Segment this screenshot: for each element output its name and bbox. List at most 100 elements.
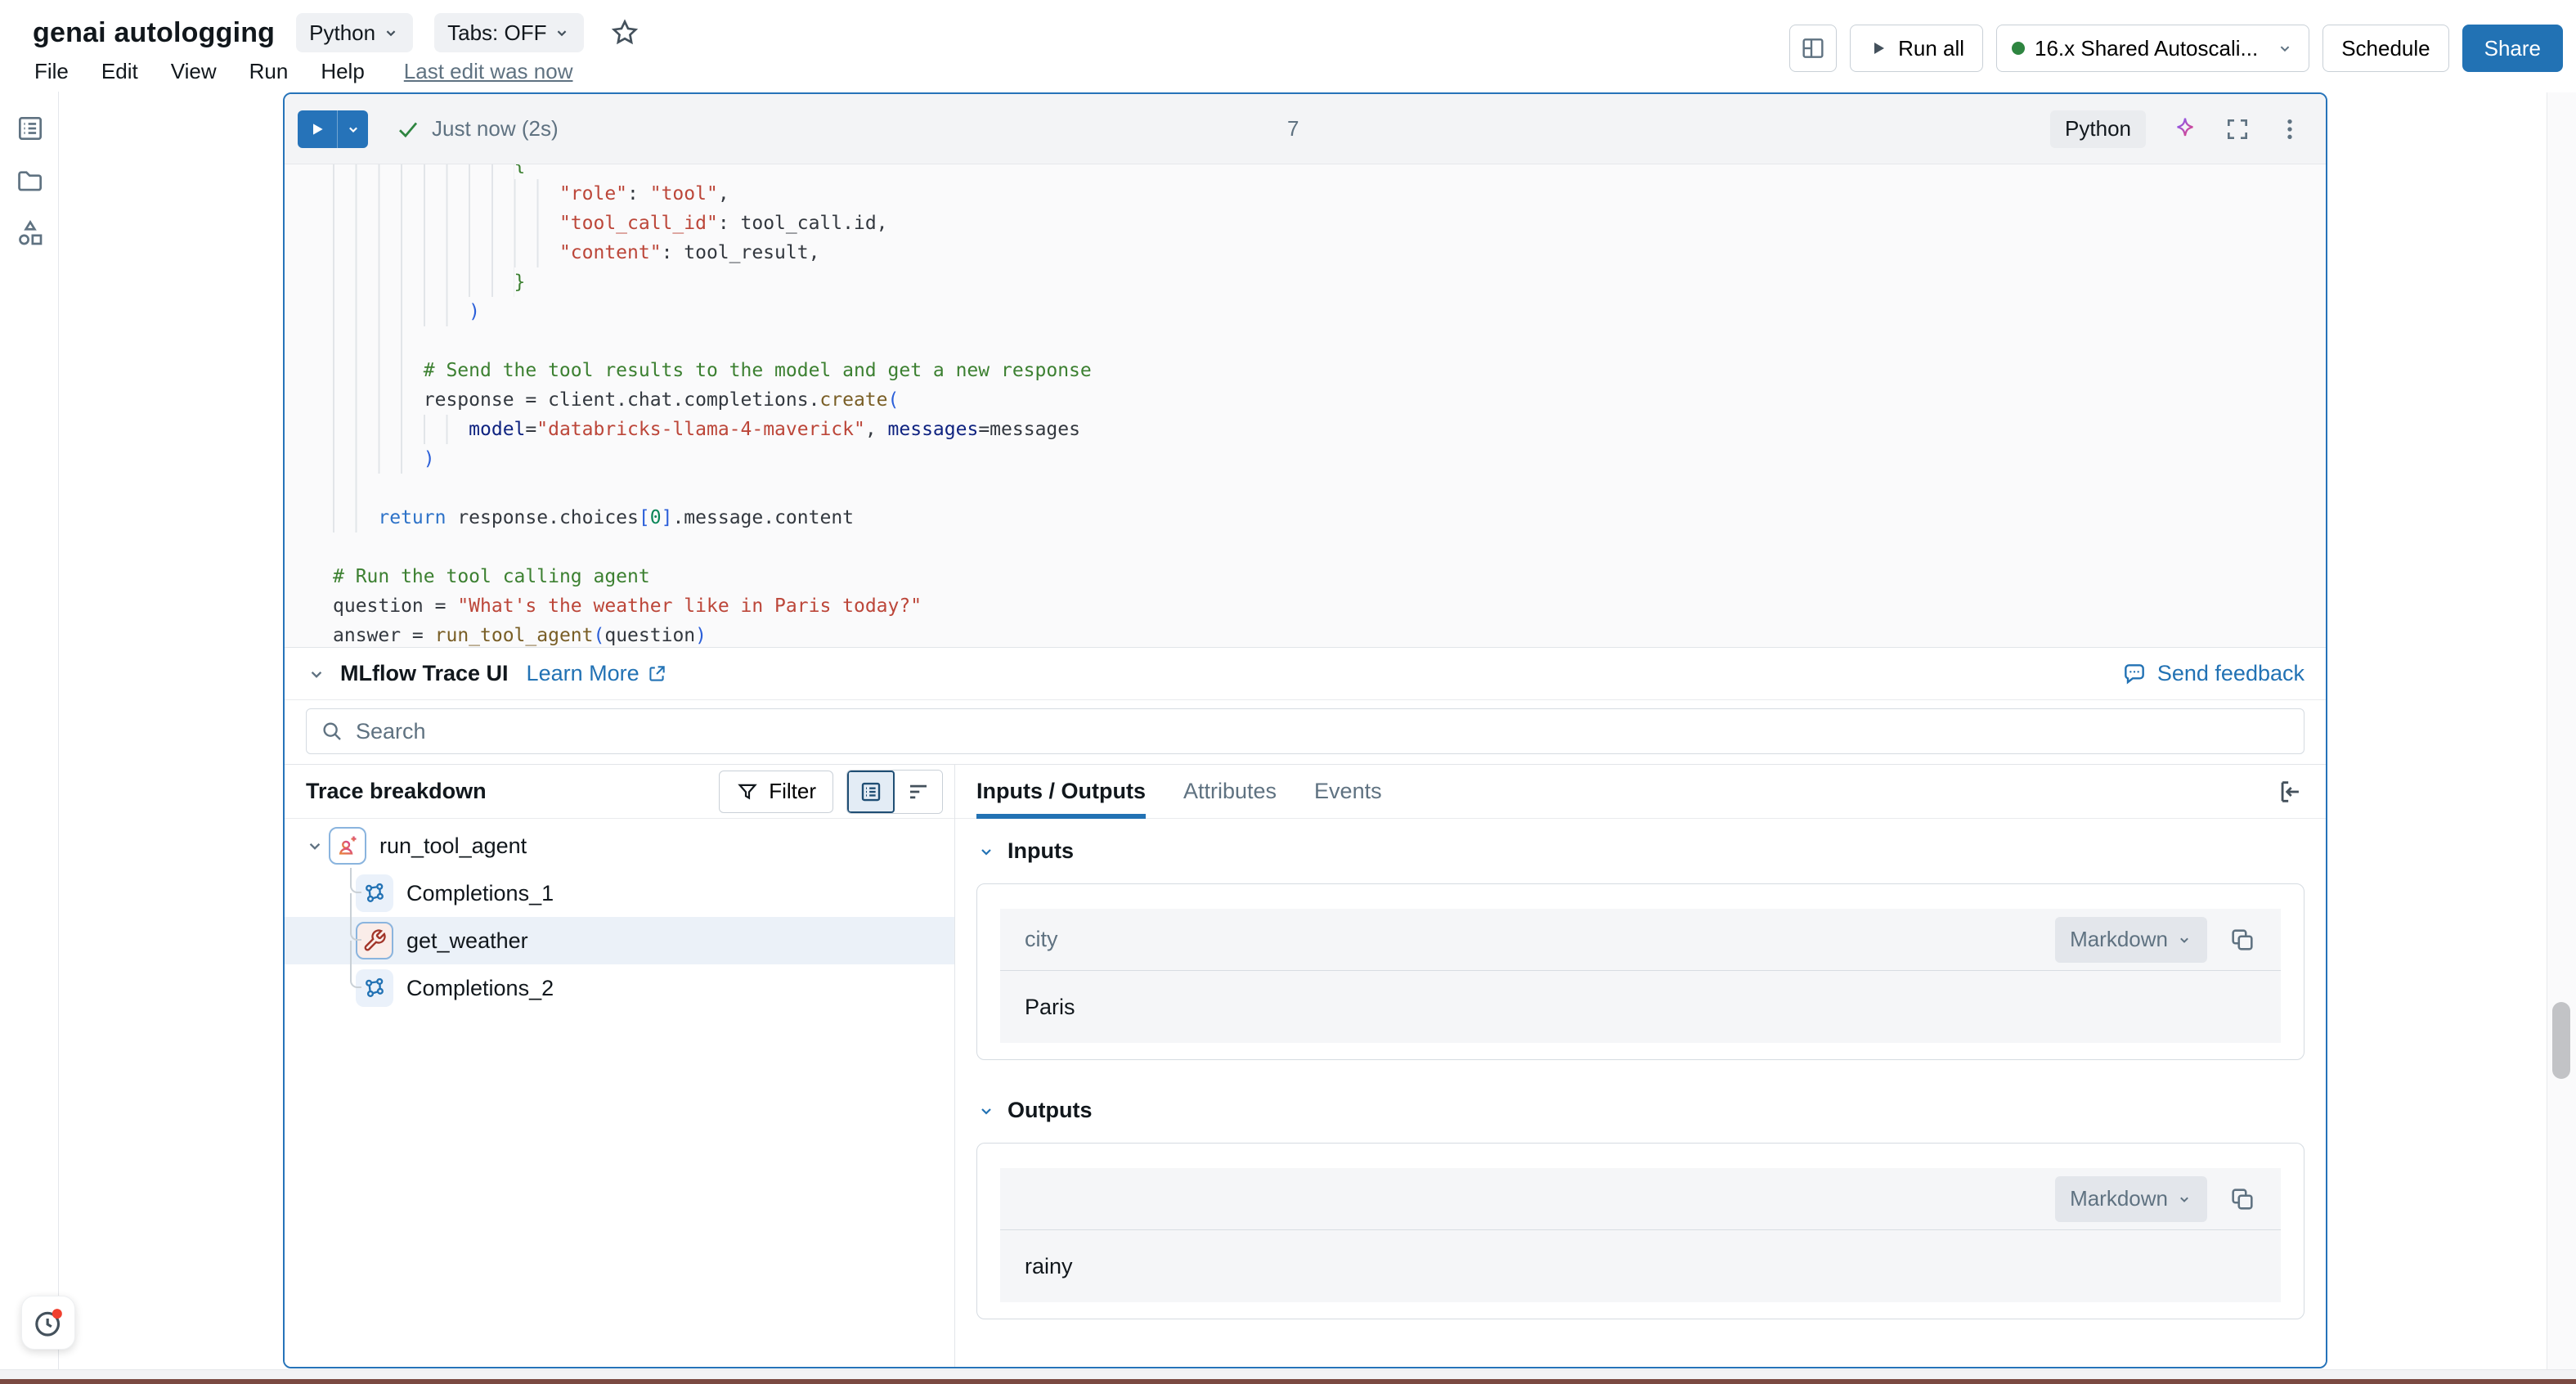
details-tabs-bar: Inputs / Outputs Attributes Events	[955, 765, 2326, 819]
search-icon	[320, 719, 344, 744]
history-clock-button[interactable]	[21, 1296, 75, 1350]
tabs-selector[interactable]: Tabs: OFF	[434, 13, 584, 52]
search-row	[285, 700, 2326, 765]
copy-icon[interactable]	[2228, 1185, 2256, 1213]
collapse-panel-icon[interactable]	[2277, 778, 2304, 806]
search-box[interactable]	[306, 708, 2304, 754]
format-dropdown[interactable]: Markdown	[2055, 1176, 2207, 1222]
code-line: "content": tool_result,	[333, 238, 2326, 267]
menu-run[interactable]: Run	[249, 59, 289, 84]
tab-inputs-outputs[interactable]: Inputs / Outputs	[976, 765, 1146, 818]
scrollbar-track[interactable]	[2547, 92, 2576, 1369]
shapes-icon[interactable]	[15, 218, 46, 249]
tree-connector	[350, 963, 361, 988]
tree-connector	[350, 868, 361, 893]
trace-row-label: get_weather	[406, 928, 528, 954]
send-feedback-link[interactable]: Send feedback	[2121, 661, 2304, 687]
run-all-button[interactable]: Run all	[1850, 25, 1983, 72]
chevron-down-icon	[976, 842, 996, 861]
io-key-row: city Markdown	[1000, 909, 2281, 971]
section-title: Outputs	[1008, 1098, 1092, 1123]
schedule-button[interactable]: Schedule	[2322, 25, 2448, 72]
filter-button[interactable]: Filter	[719, 771, 833, 813]
code-line: model="databricks-llama-4-maverick", mes…	[333, 415, 2326, 444]
cluster-selector[interactable]: 16.x Shared Autoscali...	[1996, 25, 2309, 72]
layout-button[interactable]	[1789, 25, 1837, 72]
share-button[interactable]: Share	[2462, 25, 2563, 72]
play-icon	[1869, 38, 1888, 58]
notebook-title: genai autologging	[33, 17, 275, 49]
format-dropdown[interactable]: Markdown	[2055, 917, 2207, 963]
code-line: }	[333, 267, 2326, 297]
code-line: return response.choices[0].message.conte…	[333, 503, 2326, 532]
gantt-view-toggle[interactable]	[895, 771, 942, 813]
toc-icon[interactable]	[15, 113, 46, 144]
kebab-icon[interactable]	[2277, 116, 2303, 142]
chevron-down-icon[interactable]	[306, 663, 327, 685]
check-icon	[396, 117, 420, 142]
code-line: # Run the tool calling agent	[333, 562, 2326, 591]
star-icon[interactable]	[610, 18, 640, 47]
code-line: "role": "tool",	[333, 179, 2326, 209]
bottom-strip	[0, 1369, 2576, 1379]
expand-icon[interactable]	[2224, 116, 2251, 142]
code-line: {	[333, 164, 2326, 179]
folder-icon[interactable]	[15, 165, 46, 196]
trace-row-Completions_2[interactable]: Completions_2	[285, 964, 954, 1012]
language-selector[interactable]: Python	[296, 13, 413, 52]
trace-breakdown-title: Trace breakdown	[306, 779, 487, 804]
trace-row-label: run_tool_agent	[379, 834, 527, 859]
tab-events[interactable]: Events	[1314, 765, 1382, 818]
cell-output: MLflow Trace UI Learn More Send feedback…	[285, 647, 2326, 1367]
side-rail	[2, 92, 59, 1369]
tabs-selector-label: Tabs: OFF	[447, 20, 546, 46]
menu-edit[interactable]: Edit	[101, 59, 138, 84]
menu-bar: File Edit View Run Help Last edit was now	[34, 59, 572, 84]
section-inputs: Inputs city Markdown Paris	[976, 838, 2304, 1060]
app-header: genai autologging Python Tabs: OFF File E…	[0, 0, 2576, 92]
learn-more-link[interactable]: Learn More	[527, 661, 667, 686]
view-toggle-group	[846, 770, 943, 814]
list-view-icon	[859, 780, 883, 804]
trace-row-get_weather[interactable]: get_weather	[285, 917, 954, 964]
code-line: )	[333, 444, 2326, 474]
schedule-label: Schedule	[2341, 36, 2430, 61]
chevron-down-icon[interactable]	[301, 835, 329, 856]
send-feedback-label: Send feedback	[2157, 661, 2304, 686]
mlflow-title: MLflow Trace UI	[340, 661, 509, 686]
agent-icon	[329, 827, 366, 865]
section-header[interactable]: Outputs	[976, 1098, 2304, 1123]
chat-bubble-icon	[2121, 661, 2147, 687]
learn-more-label: Learn More	[527, 661, 640, 686]
run-all-label: Run all	[1898, 36, 1964, 61]
trace-row-Completions_1[interactable]: Completions_1	[285, 869, 954, 917]
cell-number: 7	[1287, 116, 1299, 142]
trace-breakdown-panel: Trace breakdown Filter	[285, 765, 955, 1367]
code-editor[interactable]: {"role": "tool","tool_call_id": tool_cal…	[285, 164, 2326, 647]
sparkle-icon[interactable]	[2172, 116, 2198, 142]
section-header[interactable]: Inputs	[976, 838, 2304, 864]
chevron-down-icon	[345, 121, 361, 137]
trace-row-run_tool_agent[interactable]: run_tool_agent	[285, 822, 954, 869]
run-cell-button[interactable]	[298, 110, 337, 148]
trace-row-label: Completions_2	[406, 976, 554, 1001]
menu-help[interactable]: Help	[321, 59, 364, 84]
section-title: Inputs	[1008, 838, 1074, 864]
menu-view[interactable]: View	[171, 59, 217, 84]
share-label: Share	[2484, 36, 2541, 61]
run-options-button[interactable]	[337, 110, 368, 148]
scrollbar-thumb[interactable]	[2552, 1002, 2570, 1079]
section-outputs: Outputs Markdown rainy	[976, 1098, 2304, 1319]
cell-toolbar: Just now (2s) 7 Python	[285, 94, 2326, 164]
last-edit-link[interactable]: Last edit was now	[404, 59, 573, 84]
io-key-row: Markdown	[1000, 1168, 2281, 1230]
tab-attributes[interactable]: Attributes	[1183, 765, 1277, 818]
mlflow-trace-header: MLflow Trace UI Learn More Send feedback	[285, 648, 2326, 700]
copy-icon[interactable]	[2228, 926, 2256, 954]
cell-language-badge[interactable]: Python	[2050, 110, 2146, 148]
cell-status-label: Just now (2s)	[432, 116, 559, 142]
list-view-toggle[interactable]	[847, 771, 895, 813]
code-line: answer = run_tool_agent(question)	[333, 621, 2326, 647]
menu-file[interactable]: File	[34, 59, 69, 84]
search-input[interactable]	[356, 719, 2291, 744]
